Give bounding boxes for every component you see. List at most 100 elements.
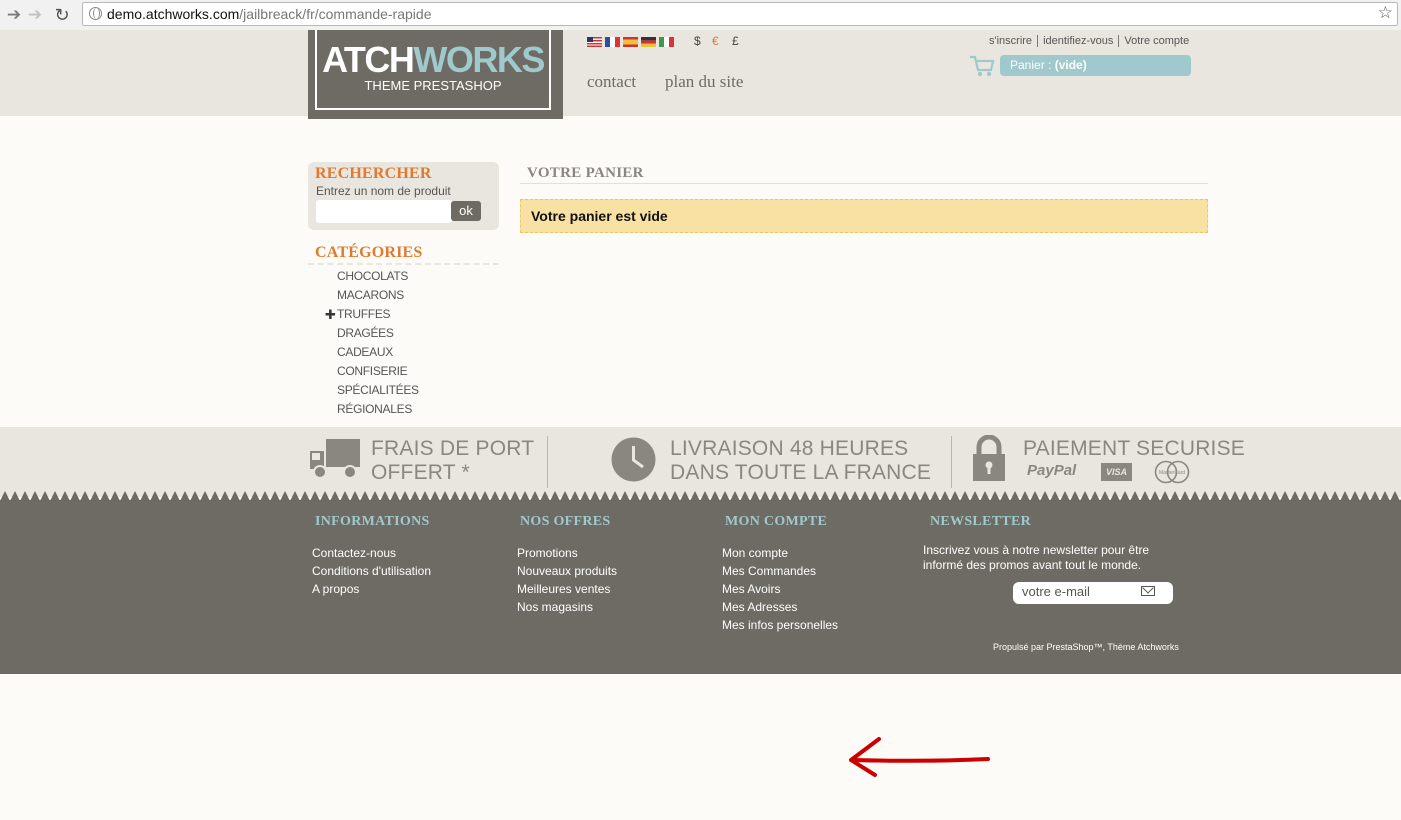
register-link[interactable]: s'inscrire xyxy=(989,35,1032,47)
search-block: RECHERCHER Entrez un nom de produit ok xyxy=(308,162,499,230)
footer-link[interactable]: Mon compte xyxy=(722,544,838,562)
category-item[interactable]: CHOCOLATS xyxy=(337,269,419,288)
footer-link[interactable]: Nouveaux produits xyxy=(517,562,617,580)
category-item[interactable]: RÉGIONALES xyxy=(337,402,419,421)
category-label: TRUFFES xyxy=(337,307,391,321)
footer-link[interactable]: Nos magasins xyxy=(517,598,617,616)
site-footer xyxy=(0,500,1401,674)
browser-toolbar: ➔ ➔ ↻ demo.atchworks.com/jailbreack/fr/c… xyxy=(0,0,1401,31)
newsletter-text: Inscrivez vous à notre newsletter pour ê… xyxy=(923,543,1150,572)
user-links: s'inscrire identifiez-vous Votre compte xyxy=(989,35,1189,48)
footer-offres-title: NOS OFFRES xyxy=(520,514,611,529)
nav-contact[interactable]: contact xyxy=(587,72,636,92)
category-list: CHOCOLATS MACARONS ✚ TRUFFES DRAGÉES CADE… xyxy=(325,269,419,421)
address-bar[interactable]: demo.atchworks.com/jailbreack/fr/command… xyxy=(82,2,1398,26)
empty-cart-alert: Votre panier est vide xyxy=(520,199,1208,233)
currency-dollar[interactable]: $ xyxy=(694,34,701,48)
category-label: CONFISERIE xyxy=(337,364,408,378)
category-label: MACARONS xyxy=(337,288,404,302)
shipping-line-1: FRAIS DE PORT xyxy=(371,437,535,460)
login-link[interactable]: identifiez-vous xyxy=(1043,35,1113,47)
categories-title: CATÉGORIES xyxy=(315,244,423,261)
truck-icon xyxy=(310,439,360,479)
padlock-icon xyxy=(973,435,1005,481)
footer-link[interactable]: Mes Commandes xyxy=(722,562,838,580)
footer-link[interactable]: A propos xyxy=(312,580,431,598)
category-label: DRAGÉES xyxy=(337,326,394,340)
band-divider xyxy=(547,436,548,488)
search-hint: Entrez un nom de produit xyxy=(316,184,451,198)
site-logo[interactable]: ATCHWORKS THEME PRESTASHOP xyxy=(308,30,563,119)
footer-link[interactable]: Contactez-nous xyxy=(312,544,431,562)
currency-euro[interactable]: € xyxy=(712,34,719,48)
nav-sitemap[interactable]: plan du site xyxy=(665,72,743,92)
category-item[interactable]: DRAGÉES xyxy=(337,326,419,345)
url-domain: demo.atchworks.com xyxy=(107,6,240,22)
flag-fr-icon[interactable] xyxy=(605,37,620,47)
globe-icon xyxy=(89,7,102,20)
footer-compte-links: Mon compte Mes Commandes Mes Avoirs Mes … xyxy=(722,544,838,634)
category-label: CADEAUX xyxy=(337,345,393,359)
category-item[interactable]: CONFISERIE xyxy=(337,364,419,383)
categories-divider xyxy=(308,263,499,265)
category-item[interactable]: SPÉCIALITÉES xyxy=(337,383,419,402)
band-divider xyxy=(951,436,952,488)
footer-link[interactable]: Mes infos personelles xyxy=(722,616,838,634)
footer-link[interactable]: Mes Avoirs xyxy=(722,580,838,598)
page-title: VOTRE PANIER xyxy=(527,165,644,181)
bookmark-star-icon[interactable]: ☆ xyxy=(1378,3,1393,23)
search-title: RECHERCHER xyxy=(315,165,432,182)
cart-icon[interactable] xyxy=(969,53,995,79)
category-label: CHOCOLATS xyxy=(337,269,409,283)
mastercard-logo: MasterCard xyxy=(1154,460,1190,484)
search-input[interactable] xyxy=(316,200,452,223)
powered-by: Propulsé par PrestaShop™, Thème Atchwork… xyxy=(993,642,1179,652)
forward-icon[interactable]: ➔ xyxy=(25,5,45,25)
logo-tagline: THEME PRESTASHOP xyxy=(364,78,502,93)
footer-link[interactable]: Promotions xyxy=(517,544,617,562)
currency-pound[interactable]: £ xyxy=(732,34,739,48)
header-zigzag-edge xyxy=(0,101,1401,111)
category-label: RÉGIONALES xyxy=(337,402,413,416)
cart-label: Panier : xyxy=(1010,58,1052,72)
clock-icon xyxy=(611,437,656,482)
search-submit-button[interactable]: ok xyxy=(451,201,481,221)
category-item[interactable]: MACARONS xyxy=(337,288,419,307)
reload-icon[interactable]: ↻ xyxy=(52,5,72,25)
footer-newsletter-title: NEWSLETTER xyxy=(930,514,1032,529)
category-item[interactable]: CADEAUX xyxy=(337,345,419,364)
flag-it-icon[interactable] xyxy=(659,37,674,47)
visa-logo: VISA xyxy=(1101,463,1132,481)
delivery-text: LIVRAISON 48 HEURES DANS TOUTE LA FRANCE xyxy=(670,437,931,485)
payment-title: PAIEMENT SECURISE xyxy=(1023,437,1246,460)
mastercard-text: MasterCard xyxy=(1159,470,1185,476)
logo-wordmark: ATCHWORKS xyxy=(317,40,549,80)
shipping-text: FRAIS DE PORT OFFERT * xyxy=(371,437,534,485)
shipping-line-2: OFFERT * xyxy=(371,461,470,484)
paypal-logo: PayPal xyxy=(1027,462,1077,479)
footer-compte-title: MON COMPTE xyxy=(725,514,828,529)
footer-link[interactable]: Mes Adresses xyxy=(722,598,838,616)
footer-link[interactable]: Conditions d'utilisation xyxy=(312,562,431,580)
logo-word-b: WORKS xyxy=(413,39,545,80)
mail-submit-icon[interactable] xyxy=(1141,586,1155,596)
expand-plus-icon[interactable]: ✚ xyxy=(325,307,336,322)
delivery-line-2: DANS TOUTE LA FRANCE xyxy=(670,461,932,484)
annotation-arrow-icon xyxy=(849,737,990,777)
flag-de-icon[interactable] xyxy=(641,37,656,47)
delivery-line-1: LIVRAISON 48 HEURES xyxy=(670,437,909,460)
cart-summary-button[interactable]: Panier : (vide) xyxy=(1000,55,1191,76)
flag-es-icon[interactable] xyxy=(623,37,638,47)
url-text: demo.atchworks.com/jailbreack/fr/command… xyxy=(107,6,431,22)
cart-value: (vide) xyxy=(1054,58,1087,72)
account-link[interactable]: Votre compte xyxy=(1124,35,1189,47)
footer-link[interactable]: Meilleures ventes xyxy=(517,580,617,598)
language-selector xyxy=(587,37,674,47)
back-icon[interactable]: ➔ xyxy=(4,5,24,25)
category-item[interactable]: ✚ TRUFFES xyxy=(325,307,419,326)
flag-en-icon[interactable] xyxy=(587,37,602,47)
newsletter-input-value: votre e-mail xyxy=(1022,584,1090,599)
newsletter-email-input[interactable]: votre e-mail xyxy=(1013,582,1173,604)
logo-word-a: ATCH xyxy=(322,39,415,80)
footer-offres-links: Promotions Nouveaux produits Meilleures … xyxy=(517,544,617,616)
